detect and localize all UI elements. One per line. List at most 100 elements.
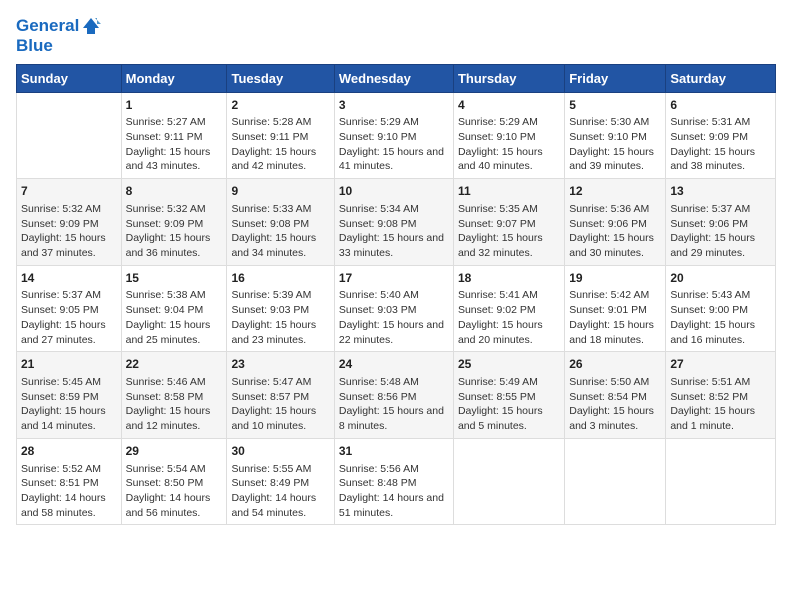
day-number: 7	[21, 183, 117, 200]
sunset-info: Sunset: 9:09 PM	[670, 130, 771, 145]
day-number: 31	[339, 443, 449, 460]
daylight-info: Daylight: 15 hours and 22 minutes.	[339, 318, 449, 347]
daylight-info: Daylight: 15 hours and 25 minutes.	[126, 318, 223, 347]
calendar-cell	[17, 92, 122, 179]
daylight-info: Daylight: 15 hours and 42 minutes.	[231, 145, 329, 174]
day-number: 27	[670, 356, 771, 373]
sunset-info: Sunset: 9:09 PM	[21, 217, 117, 232]
calendar-cell: 31 Sunrise: 5:56 AM Sunset: 8:48 PM Dayl…	[334, 438, 453, 525]
calendar-cell: 22 Sunrise: 5:46 AM Sunset: 8:58 PM Dayl…	[121, 352, 227, 439]
day-number: 1	[126, 97, 223, 114]
day-number: 2	[231, 97, 329, 114]
sunrise-info: Sunrise: 5:37 AM	[21, 288, 117, 303]
sunrise-info: Sunrise: 5:38 AM	[126, 288, 223, 303]
sunset-info: Sunset: 9:04 PM	[126, 303, 223, 318]
day-number: 15	[126, 270, 223, 287]
sunset-info: Sunset: 9:05 PM	[21, 303, 117, 318]
sunrise-info: Sunrise: 5:56 AM	[339, 462, 449, 477]
header-day-monday: Monday	[121, 64, 227, 92]
calendar-cell: 4 Sunrise: 5:29 AM Sunset: 9:10 PM Dayli…	[453, 92, 564, 179]
sunrise-info: Sunrise: 5:29 AM	[458, 115, 560, 130]
day-number: 3	[339, 97, 449, 114]
sunrise-info: Sunrise: 5:48 AM	[339, 375, 449, 390]
sunset-info: Sunset: 9:11 PM	[126, 130, 223, 145]
daylight-info: Daylight: 15 hours and 10 minutes.	[231, 404, 329, 433]
daylight-info: Daylight: 14 hours and 51 minutes.	[339, 491, 449, 520]
sunset-info: Sunset: 9:07 PM	[458, 217, 560, 232]
calendar-cell: 12 Sunrise: 5:36 AM Sunset: 9:06 PM Dayl…	[565, 179, 666, 266]
calendar-cell: 9 Sunrise: 5:33 AM Sunset: 9:08 PM Dayli…	[227, 179, 334, 266]
sunset-info: Sunset: 8:54 PM	[569, 390, 661, 405]
calendar-cell: 2 Sunrise: 5:28 AM Sunset: 9:11 PM Dayli…	[227, 92, 334, 179]
sunset-info: Sunset: 9:10 PM	[569, 130, 661, 145]
calendar-cell	[666, 438, 776, 525]
day-number: 23	[231, 356, 329, 373]
calendar-cell: 17 Sunrise: 5:40 AM Sunset: 9:03 PM Dayl…	[334, 265, 453, 352]
calendar-header-row: SundayMondayTuesdayWednesdayThursdayFrid…	[17, 64, 776, 92]
sunrise-info: Sunrise: 5:30 AM	[569, 115, 661, 130]
page-header: General Blue	[16, 16, 776, 56]
day-number: 17	[339, 270, 449, 287]
sunrise-info: Sunrise: 5:47 AM	[231, 375, 329, 390]
daylight-info: Daylight: 15 hours and 18 minutes.	[569, 318, 661, 347]
calendar-cell: 14 Sunrise: 5:37 AM Sunset: 9:05 PM Dayl…	[17, 265, 122, 352]
sunset-info: Sunset: 9:02 PM	[458, 303, 560, 318]
sunset-info: Sunset: 8:49 PM	[231, 476, 329, 491]
sunset-info: Sunset: 8:50 PM	[126, 476, 223, 491]
sunset-info: Sunset: 9:11 PM	[231, 130, 329, 145]
sunset-info: Sunset: 8:57 PM	[231, 390, 329, 405]
sunrise-info: Sunrise: 5:41 AM	[458, 288, 560, 303]
calendar-cell: 13 Sunrise: 5:37 AM Sunset: 9:06 PM Dayl…	[666, 179, 776, 266]
daylight-info: Daylight: 15 hours and 3 minutes.	[569, 404, 661, 433]
sunrise-info: Sunrise: 5:37 AM	[670, 202, 771, 217]
day-number: 30	[231, 443, 329, 460]
day-number: 5	[569, 97, 661, 114]
daylight-info: Daylight: 15 hours and 5 minutes.	[458, 404, 560, 433]
calendar-cell: 6 Sunrise: 5:31 AM Sunset: 9:09 PM Dayli…	[666, 92, 776, 179]
sunrise-info: Sunrise: 5:32 AM	[21, 202, 117, 217]
sunset-info: Sunset: 8:52 PM	[670, 390, 771, 405]
daylight-info: Daylight: 15 hours and 40 minutes.	[458, 145, 560, 174]
sunrise-info: Sunrise: 5:51 AM	[670, 375, 771, 390]
calendar-week-row: 14 Sunrise: 5:37 AM Sunset: 9:05 PM Dayl…	[17, 265, 776, 352]
calendar-table: SundayMondayTuesdayWednesdayThursdayFrid…	[16, 64, 776, 526]
daylight-info: Daylight: 15 hours and 33 minutes.	[339, 231, 449, 260]
day-number: 24	[339, 356, 449, 373]
header-day-friday: Friday	[565, 64, 666, 92]
header-day-tuesday: Tuesday	[227, 64, 334, 92]
daylight-info: Daylight: 15 hours and 27 minutes.	[21, 318, 117, 347]
day-number: 26	[569, 356, 661, 373]
sunrise-info: Sunrise: 5:29 AM	[339, 115, 449, 130]
sunset-info: Sunset: 9:06 PM	[569, 217, 661, 232]
calendar-cell: 18 Sunrise: 5:41 AM Sunset: 9:02 PM Dayl…	[453, 265, 564, 352]
calendar-cell: 11 Sunrise: 5:35 AM Sunset: 9:07 PM Dayl…	[453, 179, 564, 266]
day-number: 22	[126, 356, 223, 373]
calendar-cell: 23 Sunrise: 5:47 AM Sunset: 8:57 PM Dayl…	[227, 352, 334, 439]
sunset-info: Sunset: 8:51 PM	[21, 476, 117, 491]
day-number: 13	[670, 183, 771, 200]
logo-icon	[81, 16, 101, 36]
sunrise-info: Sunrise: 5:39 AM	[231, 288, 329, 303]
sunrise-info: Sunrise: 5:42 AM	[569, 288, 661, 303]
daylight-info: Daylight: 15 hours and 14 minutes.	[21, 404, 117, 433]
sunset-info: Sunset: 9:10 PM	[339, 130, 449, 145]
daylight-info: Daylight: 14 hours and 58 minutes.	[21, 491, 117, 520]
daylight-info: Daylight: 15 hours and 1 minute.	[670, 404, 771, 433]
day-number: 8	[126, 183, 223, 200]
sunset-info: Sunset: 9:08 PM	[231, 217, 329, 232]
logo: General Blue	[16, 16, 101, 56]
sunrise-info: Sunrise: 5:55 AM	[231, 462, 329, 477]
day-number: 6	[670, 97, 771, 114]
sunset-info: Sunset: 8:48 PM	[339, 476, 449, 491]
daylight-info: Daylight: 15 hours and 43 minutes.	[126, 145, 223, 174]
day-number: 10	[339, 183, 449, 200]
sunrise-info: Sunrise: 5:34 AM	[339, 202, 449, 217]
header-day-saturday: Saturday	[666, 64, 776, 92]
day-number: 9	[231, 183, 329, 200]
calendar-cell: 30 Sunrise: 5:55 AM Sunset: 8:49 PM Dayl…	[227, 438, 334, 525]
day-number: 16	[231, 270, 329, 287]
sunset-info: Sunset: 8:55 PM	[458, 390, 560, 405]
calendar-cell: 29 Sunrise: 5:54 AM Sunset: 8:50 PM Dayl…	[121, 438, 227, 525]
day-number: 20	[670, 270, 771, 287]
day-number: 18	[458, 270, 560, 287]
